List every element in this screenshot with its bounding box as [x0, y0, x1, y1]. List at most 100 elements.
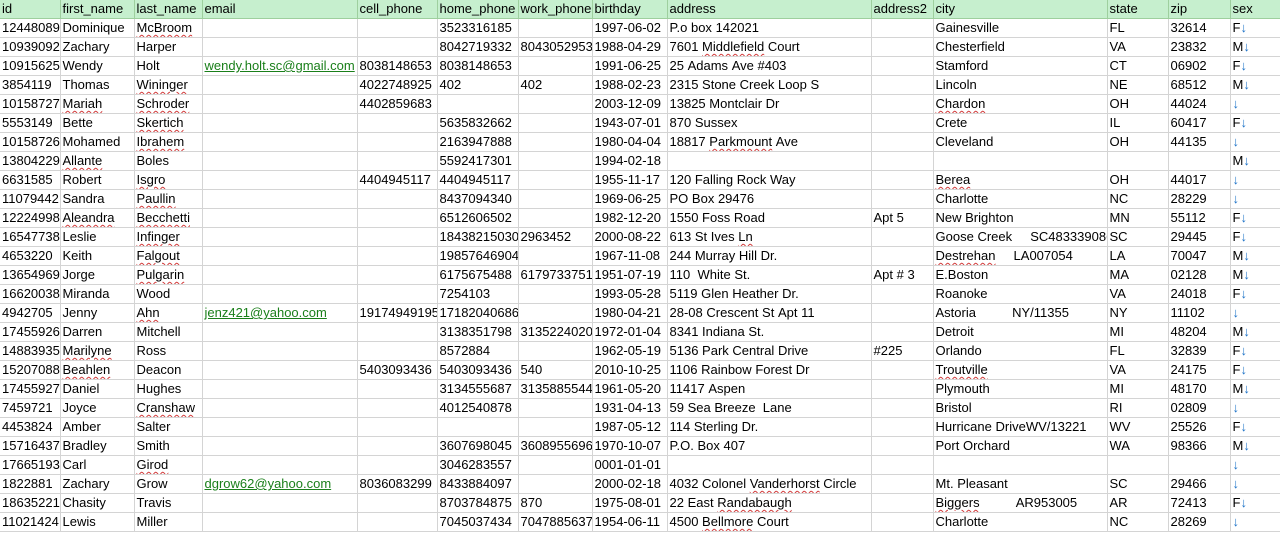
cell-text[interactable]: jenz421@yahoo.com: [205, 305, 327, 320]
cell-state[interactable]: SC: [1107, 227, 1169, 247]
cell-last-name[interactable]: Travis: [134, 493, 203, 513]
cell-id[interactable]: 10939092: [0, 37, 61, 57]
cell-id[interactable]: 4653220: [0, 246, 61, 266]
cell-email[interactable]: dgrow62@yahoo.com: [202, 474, 358, 494]
cell-address[interactable]: 13825 Montclair Dr: [667, 94, 872, 114]
cell-birthday[interactable]: 1954-06-11: [592, 512, 668, 532]
cell-sex[interactable]: M↓: [1230, 379, 1280, 399]
cell-sex[interactable]: M↓: [1230, 151, 1280, 171]
cell-sex[interactable]: M↓: [1230, 246, 1280, 266]
cell-home-phone[interactable]: 8572884: [437, 341, 519, 361]
cell-last-name[interactable]: Wininger: [134, 75, 203, 95]
cell-address2[interactable]: [871, 398, 934, 418]
cell-zip[interactable]: 25526: [1168, 417, 1231, 437]
cell-address2[interactable]: [871, 379, 934, 399]
cell-sex[interactable]: F↓: [1230, 360, 1280, 380]
column-header-home-phone[interactable]: home_phone: [437, 0, 519, 19]
cell-address[interactable]: 4032 Colonel Vanderhorst Circle: [667, 474, 872, 494]
cell-address2[interactable]: [871, 436, 934, 456]
cell-work-phone[interactable]: [518, 170, 593, 190]
cell-state[interactable]: MA: [1107, 265, 1169, 285]
cell-address2[interactable]: #225: [871, 341, 934, 361]
cell-address2[interactable]: [871, 189, 934, 209]
cell-address[interactable]: 4500 Bellmore Court: [667, 512, 872, 532]
cell-work-phone[interactable]: [518, 56, 593, 76]
cell-sex[interactable]: M↓: [1230, 436, 1280, 456]
cell-city[interactable]: Port Orchard: [933, 436, 1108, 456]
cell-sex[interactable]: F↓: [1230, 341, 1280, 361]
cell-last-name[interactable]: Ahn: [134, 303, 203, 323]
cell-id[interactable]: 17665193: [0, 455, 61, 475]
cell-state[interactable]: OH: [1107, 170, 1169, 190]
cell-address2[interactable]: [871, 227, 934, 247]
cell-work-phone[interactable]: [518, 398, 593, 418]
cell-state[interactable]: NC: [1107, 189, 1169, 209]
cell-city[interactable]: Lincoln: [933, 75, 1108, 95]
cell-state[interactable]: CT: [1107, 56, 1169, 76]
cell-cell-phone[interactable]: [357, 189, 438, 209]
cell-sex[interactable]: ↓: [1230, 455, 1280, 475]
cell-email[interactable]: [202, 113, 358, 133]
cell-address[interactable]: 59 Sea Breeze Lane: [667, 398, 872, 418]
cell-first-name[interactable]: Robert: [60, 170, 135, 190]
cell-email[interactable]: [202, 417, 358, 437]
cell-address2[interactable]: [871, 18, 934, 38]
cell-first-name[interactable]: Dominique: [60, 18, 135, 38]
cell-address2[interactable]: [871, 132, 934, 152]
cell-first-name[interactable]: Thomas: [60, 75, 135, 95]
cell-sex[interactable]: ↓: [1230, 512, 1280, 532]
cell-birthday[interactable]: 1991-06-25: [592, 56, 668, 76]
cell-city[interactable]: Goose Creek SC483339086: [933, 227, 1108, 247]
cell-sex[interactable]: ↓: [1230, 94, 1280, 114]
cell-zip[interactable]: 06902: [1168, 56, 1231, 76]
cell-id[interactable]: 10158727: [0, 94, 61, 114]
cell-email[interactable]: [202, 398, 358, 418]
cell-last-name[interactable]: Salter: [134, 417, 203, 437]
cell-email[interactable]: [202, 75, 358, 95]
cell-address[interactable]: [667, 151, 872, 171]
column-header-first-name[interactable]: first_name: [60, 0, 135, 19]
cell-address2[interactable]: [871, 94, 934, 114]
cell-home-phone[interactable]: 3138351798: [437, 322, 519, 342]
cell-city[interactable]: [933, 151, 1108, 171]
cell-id[interactable]: 16620038: [0, 284, 61, 304]
cell-city[interactable]: Astoria NY/11355: [933, 303, 1108, 323]
cell-address[interactable]: 1550 Foss Road: [667, 208, 872, 228]
cell-sex[interactable]: F↓: [1230, 56, 1280, 76]
cell-birthday[interactable]: 1988-04-29: [592, 37, 668, 57]
cell-first-name[interactable]: Darren: [60, 322, 135, 342]
cell-first-name[interactable]: Bette: [60, 113, 135, 133]
cell-email[interactable]: [202, 151, 358, 171]
cell-home-phone[interactable]: 6512606502: [437, 208, 519, 228]
cell-sex[interactable]: M↓: [1230, 265, 1280, 285]
cell-last-name[interactable]: Ross: [134, 341, 203, 361]
cell-work-phone[interactable]: 2963452: [518, 227, 593, 247]
cell-city[interactable]: Plymouth: [933, 379, 1108, 399]
cell-zip[interactable]: 72413: [1168, 493, 1231, 513]
cell-cell-phone[interactable]: 4022748925: [357, 75, 438, 95]
cell-home-phone[interactable]: 8437094340: [437, 189, 519, 209]
cell-birthday[interactable]: 2000-08-22: [592, 227, 668, 247]
cell-sex[interactable]: ↓: [1230, 132, 1280, 152]
column-header-last-name[interactable]: last_name: [134, 0, 203, 19]
cell-address[interactable]: 613 St Ives Ln: [667, 227, 872, 247]
cell-work-phone[interactable]: 8043052953: [518, 37, 593, 57]
cell-home-phone[interactable]: 3523316185: [437, 18, 519, 38]
cell-work-phone[interactable]: [518, 303, 593, 323]
cell-birthday[interactable]: 2003-12-09: [592, 94, 668, 114]
cell-last-name[interactable]: Cranshaw: [134, 398, 203, 418]
cell-id[interactable]: 5553149: [0, 113, 61, 133]
cell-first-name[interactable]: Zachary: [60, 474, 135, 494]
cell-work-phone[interactable]: [518, 284, 593, 304]
cell-zip[interactable]: 60417: [1168, 113, 1231, 133]
cell-work-phone[interactable]: [518, 189, 593, 209]
cell-address[interactable]: 870 Sussex: [667, 113, 872, 133]
cell-last-name[interactable]: Wood: [134, 284, 203, 304]
cell-cell-phone[interactable]: 5403093436: [357, 360, 438, 380]
cell-first-name[interactable]: Aleandra: [60, 208, 135, 228]
cell-birthday[interactable]: 1943-07-01: [592, 113, 668, 133]
cell-zip[interactable]: 23832: [1168, 37, 1231, 57]
cell-address[interactable]: 2315 Stone Creek Loop S: [667, 75, 872, 95]
cell-address[interactable]: 8341 Indiana St.: [667, 322, 872, 342]
cell-last-name[interactable]: Schroder: [134, 94, 203, 114]
